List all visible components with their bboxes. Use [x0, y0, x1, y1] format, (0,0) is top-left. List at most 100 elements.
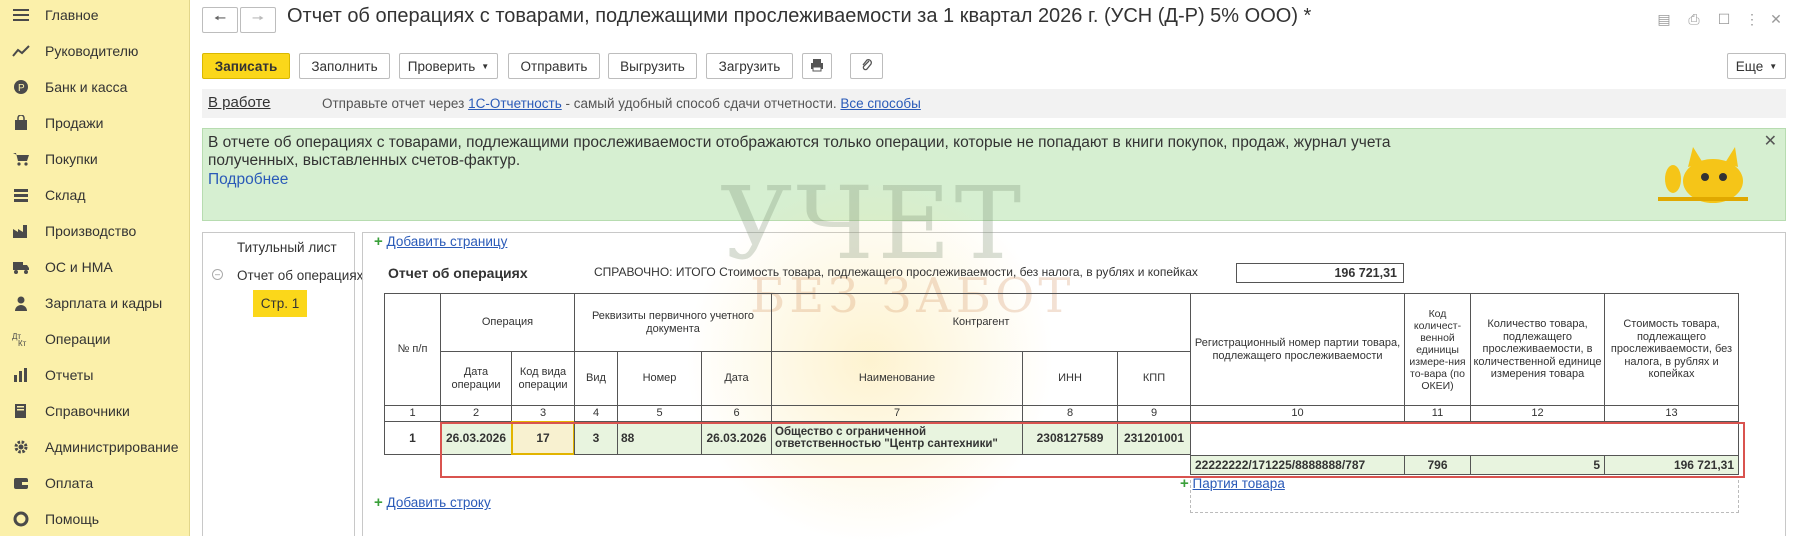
add-row-link[interactable]: + Добавить строку	[374, 494, 491, 511]
import-button[interactable]: Загрузить	[706, 53, 793, 79]
row-doc-kind[interactable]: 3	[574, 421, 618, 455]
dt-kt-icon: Дт Кт	[10, 331, 32, 347]
person-icon	[10, 295, 32, 311]
send-button[interactable]: Отправить	[508, 53, 600, 79]
sidebar-item-label: Банк и касса	[45, 79, 128, 95]
attach-button[interactable]	[850, 53, 883, 79]
1c-reporting-link[interactable]: 1С-Отчетность	[468, 96, 562, 111]
collapse-icon[interactable]: –	[212, 269, 223, 280]
fill-button[interactable]: Заполнить	[299, 53, 390, 79]
batch-cost[interactable]: 196 721,31	[1604, 455, 1739, 475]
info-text: В отчете об операциях с товарами, подлеж…	[208, 134, 1391, 169]
header-doc-num: Номер	[617, 351, 702, 406]
more-vertical-icon[interactable]: ⋮	[1744, 11, 1760, 27]
more-button[interactable]: Еще ▼	[1727, 53, 1786, 79]
sidebar-item-label: Руководителю	[45, 43, 139, 59]
sidebar-item-operations[interactable]: Дт Кт Операции	[0, 324, 189, 354]
arrow-right-icon: 🠖	[251, 10, 265, 26]
col-number: 4	[574, 405, 618, 422]
header-doc-requisites: Реквизиты первичного учетного документа	[574, 293, 772, 352]
sidebar-item-payment[interactable]: Оплата	[0, 468, 189, 498]
header-unit-code: Код количест-венной единицы измере-ния т…	[1404, 293, 1471, 406]
preview-icon[interactable]: ☐	[1716, 11, 1732, 27]
forward-button[interactable]: 🠖	[240, 7, 276, 33]
row-op-code[interactable]: 17	[511, 421, 575, 455]
close-icon[interactable]: ✕	[1764, 131, 1777, 151]
sidebar-item-salary[interactable]: Зарплата и кадры	[0, 288, 189, 318]
tree-operations-report[interactable]: Отчет об операциях	[237, 268, 363, 283]
row-doc-date[interactable]: 26.03.2026	[701, 421, 772, 455]
all-ways-link[interactable]: Все способы	[840, 96, 920, 111]
plus-icon: +	[1180, 475, 1189, 492]
sidebar-item-label: Продажи	[45, 115, 104, 131]
col-number: 12	[1470, 405, 1605, 422]
sidebar-item-warehouse[interactable]: Склад	[0, 180, 189, 210]
header-cost: Стоимость товара, подлежащего прослежива…	[1604, 293, 1739, 406]
add-batch-link[interactable]: + Партия товара	[1180, 475, 1285, 492]
back-button[interactable]: 🠔	[202, 7, 238, 33]
close-icon[interactable]: ✕	[1768, 11, 1784, 27]
header-reg-num: Регистрационный номер партии товара, под…	[1190, 293, 1405, 406]
sidebar-item-sales[interactable]: Продажи	[0, 108, 189, 138]
row-cp-inn[interactable]: 2308127589	[1022, 421, 1118, 455]
col-number: 1	[384, 405, 441, 422]
row-num: 1	[384, 421, 441, 455]
col-number: 7	[771, 405, 1023, 422]
header-operation: Операция	[440, 293, 575, 352]
sidebar-item-admin[interactable]: Администрирование	[0, 432, 189, 462]
batch-reg-num[interactable]: 22222222/171225/8888888/787	[1190, 455, 1405, 475]
reference-total-value: 196 721,31	[1236, 263, 1404, 283]
print-button[interactable]	[802, 53, 832, 79]
export-button[interactable]: Выгрузить	[608, 53, 697, 79]
svg-text:Р: Р	[18, 83, 25, 94]
caret-down-icon: ▼	[1769, 61, 1778, 71]
header-op-code: Код вида операции	[511, 351, 575, 406]
send-hint-suffix: - самый удобный способ сдачи отчетности.	[565, 96, 837, 111]
sidebar-item-bank[interactable]: Р Банк и касса	[0, 72, 189, 102]
row-op-date[interactable]: 26.03.2026	[440, 421, 512, 455]
sidebar-item-reports[interactable]: Отчеты	[0, 360, 189, 390]
caret-down-icon: ▼	[481, 61, 490, 71]
sidebar-item-directories[interactable]: Справочники	[0, 396, 189, 426]
svg-text:Кт: Кт	[18, 339, 27, 347]
status-in-work-link[interactable]: В работе	[208, 94, 271, 111]
cart-icon	[10, 151, 32, 167]
sidebar-item-manager[interactable]: Руководителю	[0, 36, 189, 66]
sidebar-item-purchases[interactable]: Покупки	[0, 144, 189, 174]
row-cp-name[interactable]: Общество с ограниченной ответственностью…	[771, 421, 1023, 455]
row-cp-kpp[interactable]: 231201001	[1117, 421, 1191, 455]
col-number: 2	[440, 405, 512, 422]
sidebar-item-fixed-assets[interactable]: ОС и НМА	[0, 252, 189, 282]
add-page-link[interactable]: + Добавить страницу	[374, 233, 507, 250]
sidebar-item-label: ОС и НМА	[45, 259, 113, 275]
sidebar-item-production[interactable]: Производство	[0, 216, 189, 246]
bar-chart-icon	[10, 367, 32, 383]
sidebar-item-label: Производство	[45, 223, 137, 239]
sidebar: Главное Руководителю Р Банк и касса Прод…	[0, 0, 190, 536]
tree-title-page[interactable]: Титульный лист	[237, 240, 337, 255]
lifebuoy-icon	[10, 511, 32, 527]
sidebar-item-label: Склад	[45, 187, 86, 203]
col-number: 10	[1190, 405, 1405, 422]
save-icon[interactable]: ▤	[1656, 11, 1672, 27]
tree-page-1[interactable]: Стр. 1	[253, 290, 307, 317]
sidebar-item-main[interactable]: Главное	[0, 0, 189, 30]
header-qty: Количество товара, подлежащего прослежив…	[1470, 293, 1605, 406]
chart-line-icon	[10, 44, 32, 58]
truck-icon	[10, 259, 32, 275]
menu-icon	[10, 8, 32, 22]
batch-unit-code[interactable]: 796	[1404, 455, 1471, 475]
header-num: № п/п	[384, 293, 441, 406]
row-doc-num[interactable]: 88	[617, 421, 702, 455]
header-doc-date: Дата	[701, 351, 772, 406]
sidebar-item-label: Помощь	[45, 511, 100, 527]
batch-qty[interactable]: 5	[1470, 455, 1605, 475]
check-button[interactable]: Проверить ▼	[399, 53, 498, 79]
more-details-link[interactable]: Подробнее	[208, 171, 288, 189]
factory-icon	[10, 223, 32, 239]
header-cp-inn: ИНН	[1022, 351, 1118, 406]
sidebar-item-help[interactable]: Помощь	[0, 504, 189, 534]
print-icon[interactable]: ⎙	[1686, 11, 1702, 27]
save-button[interactable]: Записать	[202, 53, 290, 79]
report-tree: Титульный лист – Отчет об операциях Стр.…	[202, 232, 363, 536]
